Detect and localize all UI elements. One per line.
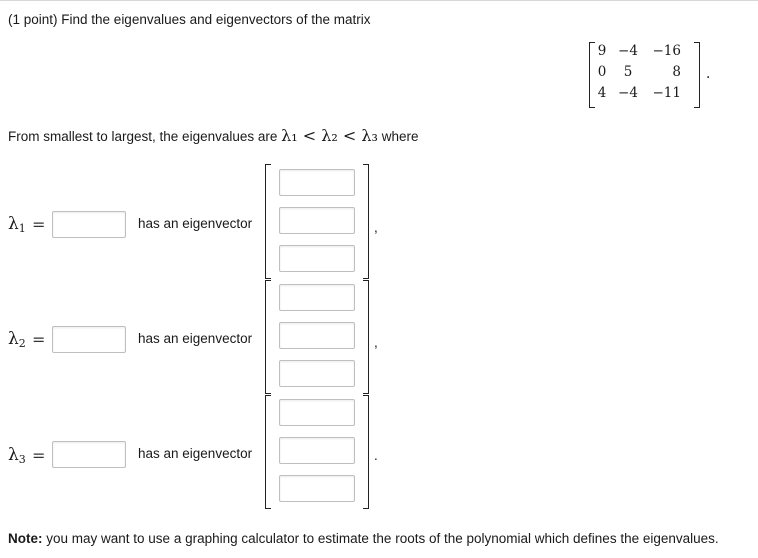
- equals-sign: =: [32, 215, 46, 234]
- order-math: λ₁ < λ₂ < λ₃: [281, 126, 378, 145]
- eigenvector-1-entry-1-input[interactable]: [279, 169, 355, 196]
- equals-sign: =: [32, 330, 46, 349]
- matrix-table: 9 −4 −16 0 5 8 4 −4 −11: [593, 40, 687, 103]
- eigenvector-2-entry-2-input[interactable]: [279, 322, 355, 349]
- eigenvector-2-entry-3-input[interactable]: [279, 360, 355, 387]
- eigenvector-3-entry-1-input[interactable]: [279, 399, 355, 426]
- note-label: Note:: [8, 531, 43, 546]
- problem-header: (1 point) Find the eigenvalues and eigen…: [8, 12, 371, 27]
- eigenvector-3-entry-3-input[interactable]: [279, 475, 355, 502]
- matrix-row: 4 −4 −11: [593, 82, 687, 103]
- matrix-cell: −4: [618, 84, 638, 101]
- trailing-comma: ,: [374, 335, 378, 350]
- eigenvector-2-entry-1-input[interactable]: [279, 284, 355, 311]
- eigenvalue-2-input[interactable]: [52, 326, 126, 353]
- matrix-cell: 4: [597, 84, 607, 101]
- eigenvector-1-entry-3-input[interactable]: [279, 245, 355, 272]
- matrix-cell: −16: [652, 42, 682, 59]
- matrix-cell: 0: [597, 63, 607, 80]
- eigenvector-3-entry-2-input[interactable]: [279, 437, 355, 464]
- order-suffix: where: [381, 129, 419, 144]
- note-text: you may want to use a graphing calculato…: [42, 531, 719, 546]
- vector-2-right-bracket: [363, 280, 369, 394]
- order-prefix: From smallest to largest, the eigenvalue…: [8, 129, 278, 144]
- matrix-cell: 5: [623, 63, 633, 80]
- order-sentence: From smallest to largest, the eigenvalue…: [8, 126, 419, 145]
- vector-1-left-bracket: [265, 164, 271, 279]
- vector-3-left-bracket: [265, 395, 271, 509]
- vector-3-right-bracket: [363, 395, 369, 509]
- matrix-cell: −4: [618, 42, 638, 59]
- matrix-row: 0 5 8: [593, 61, 687, 82]
- matrix-cell: −11: [652, 84, 682, 101]
- note: Note: you may want to use a graphing cal…: [8, 531, 719, 546]
- has-eigenvector-label: has an eigenvector: [138, 446, 253, 461]
- has-eigenvector-label: has an eigenvector: [138, 331, 253, 346]
- trailing-period: .: [374, 448, 378, 463]
- top-divider: [0, 0, 758, 1]
- vector-1-right-bracket: [363, 164, 369, 279]
- eigenvalue-3-input[interactable]: [52, 441, 126, 468]
- lambda-3-label: λ3: [8, 445, 26, 466]
- matrix-cell: 9: [597, 42, 607, 59]
- equals-sign: =: [32, 446, 46, 465]
- eigenvalue-1-input[interactable]: [52, 211, 126, 238]
- lambda-2-label: λ2: [8, 329, 26, 350]
- matrix-row: 9 −4 −16: [593, 40, 687, 61]
- has-eigenvector-label: has an eigenvector: [138, 216, 253, 231]
- vector-2-left-bracket: [265, 280, 271, 394]
- matrix-right-bracket: [694, 42, 700, 108]
- eigenvector-1-entry-2-input[interactable]: [279, 207, 355, 234]
- trailing-comma: ,: [374, 220, 378, 235]
- matrix-period: .: [706, 66, 711, 82]
- lambda-1-label: λ1: [8, 214, 26, 235]
- matrix-cell: 8: [672, 63, 681, 80]
